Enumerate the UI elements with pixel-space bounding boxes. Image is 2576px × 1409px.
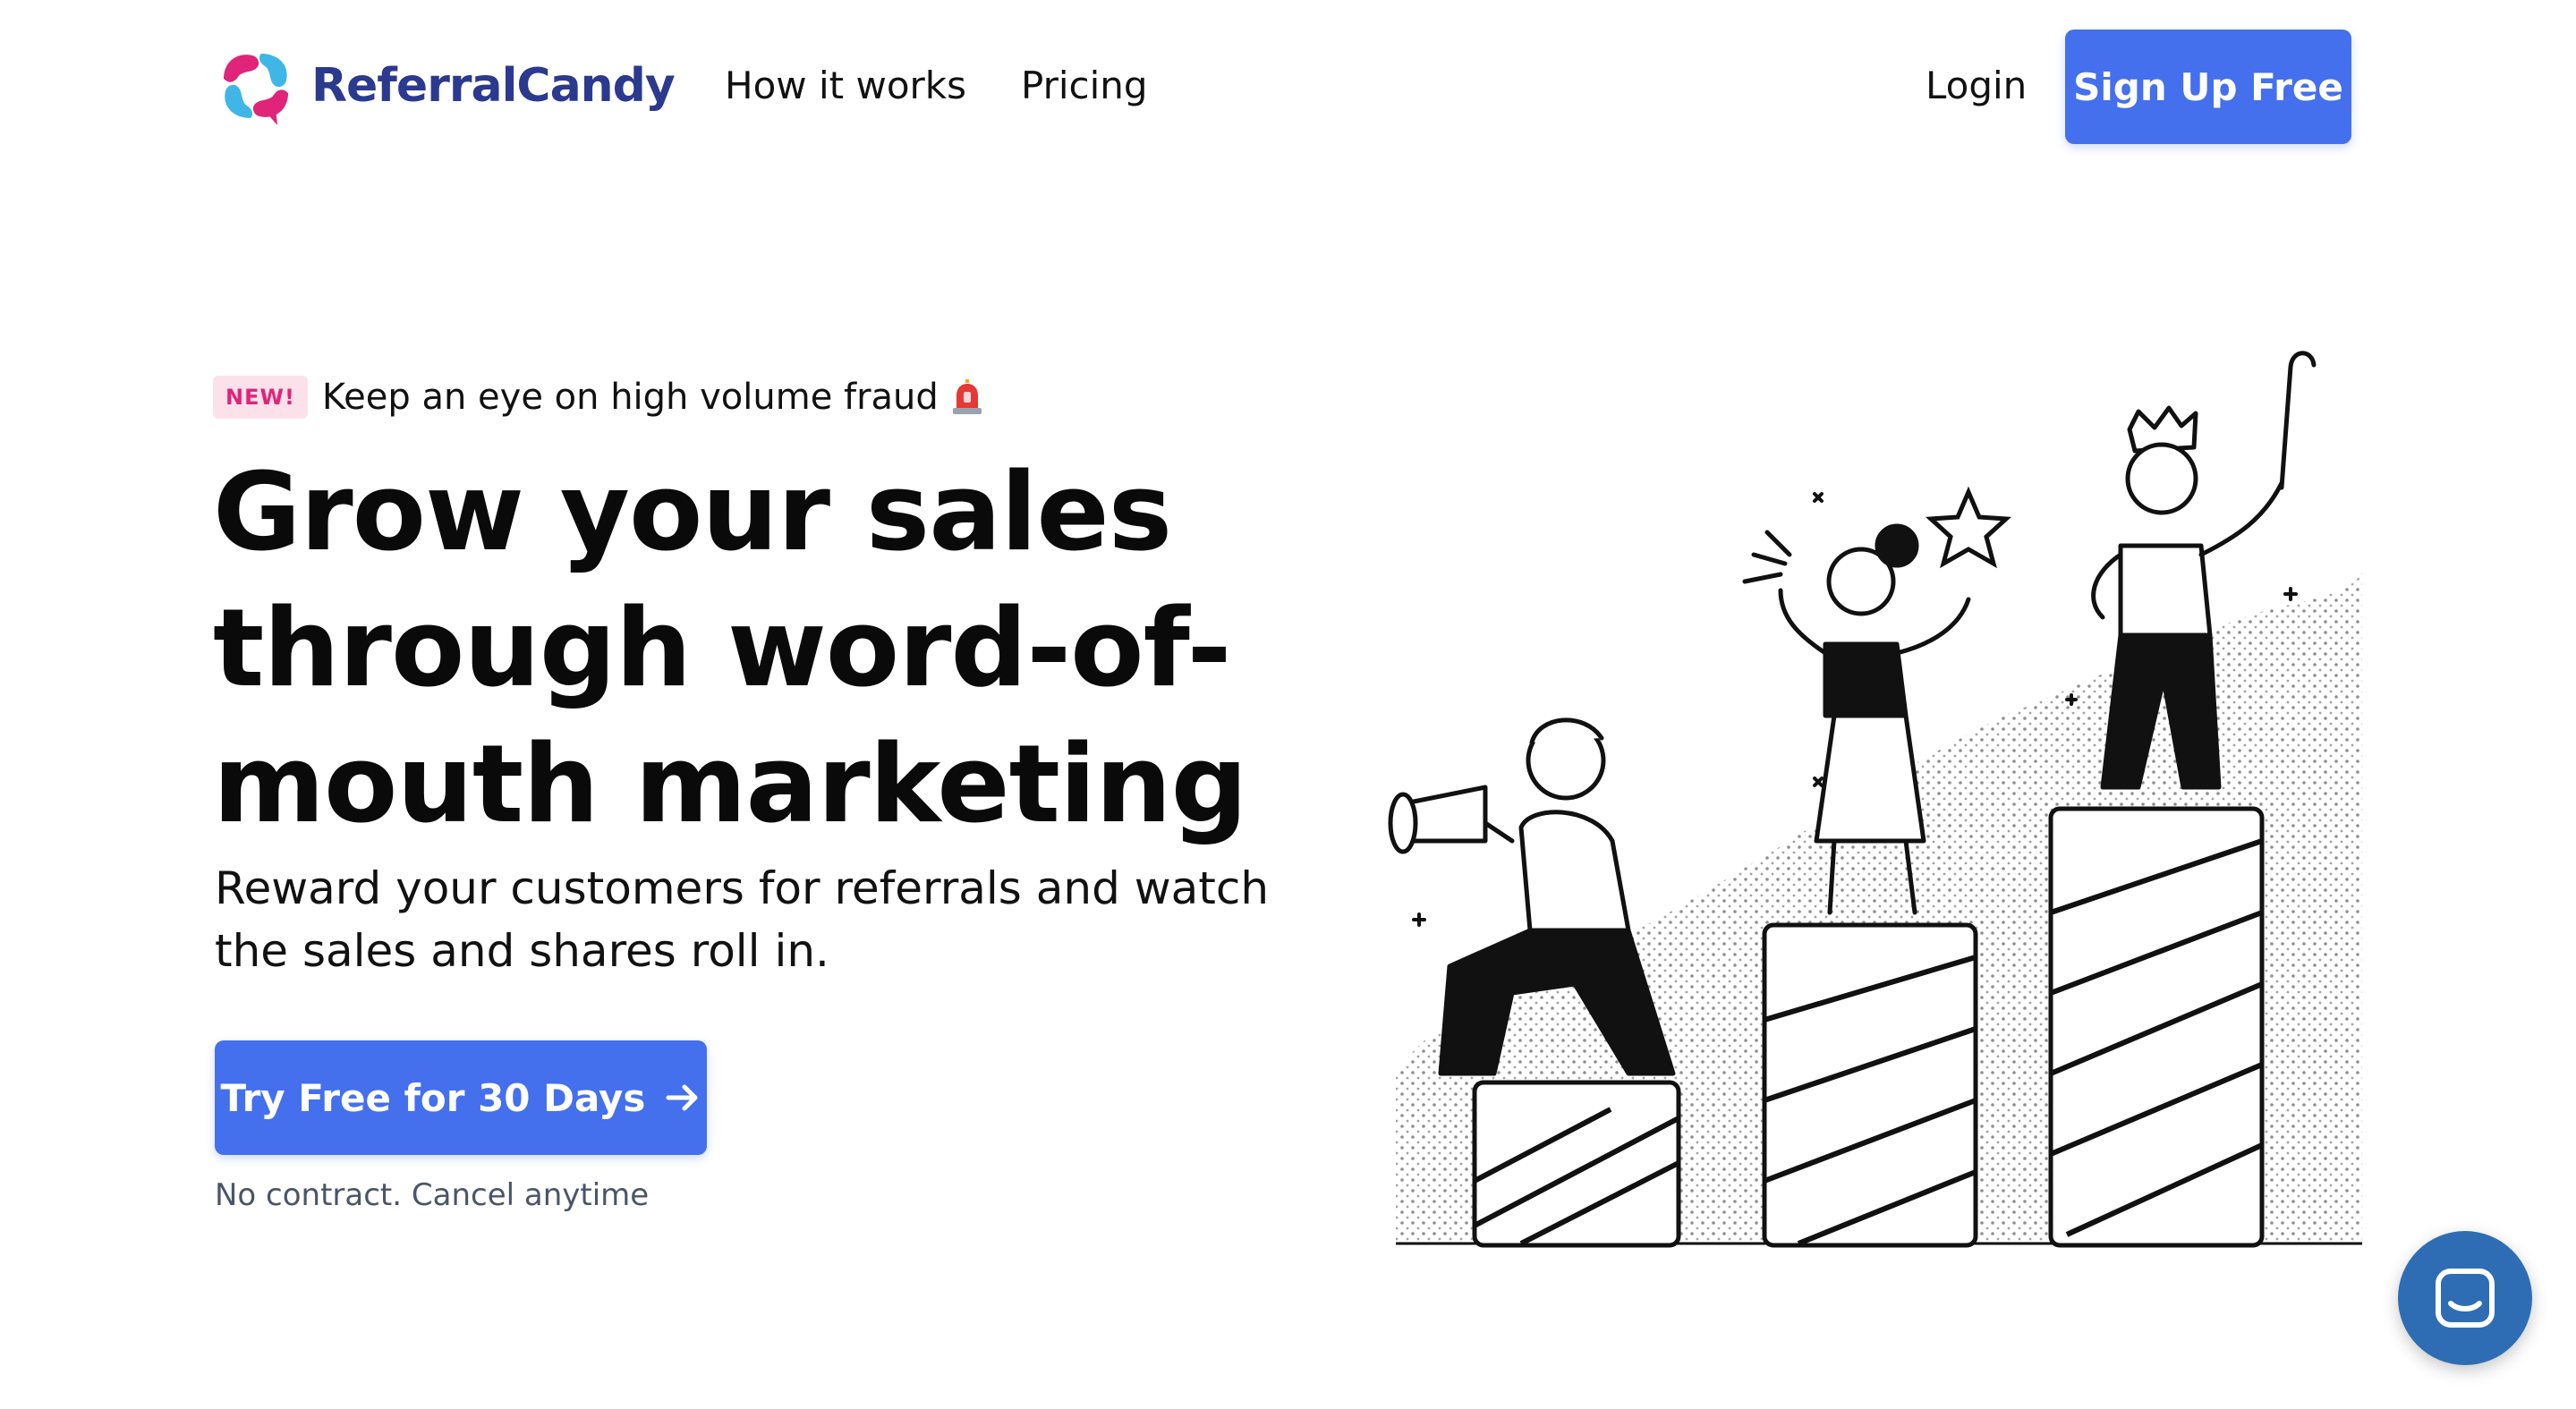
arrow-right-icon	[666, 1084, 698, 1111]
chat-bubble-icon	[2436, 1269, 2495, 1328]
brand-logo-link[interactable]: ReferralCandy	[213, 43, 676, 129]
announcement-banner[interactable]: NEW! Keep an eye on high volume fraud	[213, 374, 983, 420]
nav-login[interactable]: Login	[1926, 63, 2027, 109]
try-free-button[interactable]: Try Free for 30 Days	[215, 1040, 707, 1155]
chat-launcher-button[interactable]	[2398, 1231, 2532, 1365]
announcement-text: Keep an eye on high volume fraud	[321, 377, 939, 418]
hero-headline: Grow your sales through word-of- mouth m…	[213, 446, 1287, 853]
referralcandy-logo-icon	[224, 54, 288, 125]
pillar-medium	[1762, 922, 1978, 1248]
hero-subheading: Reward your customers for referrals and …	[215, 857, 1315, 982]
brand-name: ReferralCandy	[311, 59, 676, 113]
subhead-line: Reward your customers for referrals and …	[215, 862, 1270, 914]
headline-line: Grow your sales	[213, 451, 1172, 575]
try-free-label: Try Free for 30 Days	[220, 1075, 646, 1120]
pillar-tall	[2048, 806, 2265, 1248]
siren-icon	[952, 379, 982, 414]
sign-up-free-button[interactable]: Sign Up Free	[2065, 30, 2351, 144]
nav-pricing[interactable]: Pricing	[1021, 63, 1148, 109]
subhead-line: the sales and shares roll in.	[215, 925, 829, 977]
pillar-small	[1472, 1080, 1681, 1248]
nav-how-it-works[interactable]: How it works	[725, 63, 966, 109]
new-badge: NEW!	[213, 376, 308, 419]
landing-page: ReferralCandy How it works Pricing Login…	[0, 0, 2576, 1409]
hero-illustration	[1388, 351, 2362, 1248]
headline-line: through word-of-	[213, 587, 1231, 711]
headline-line: mouth marketing	[213, 723, 1247, 847]
no-contract-note: No contract. Cancel anytime	[215, 1177, 650, 1213]
star-sparkle	[1925, 486, 2012, 569]
